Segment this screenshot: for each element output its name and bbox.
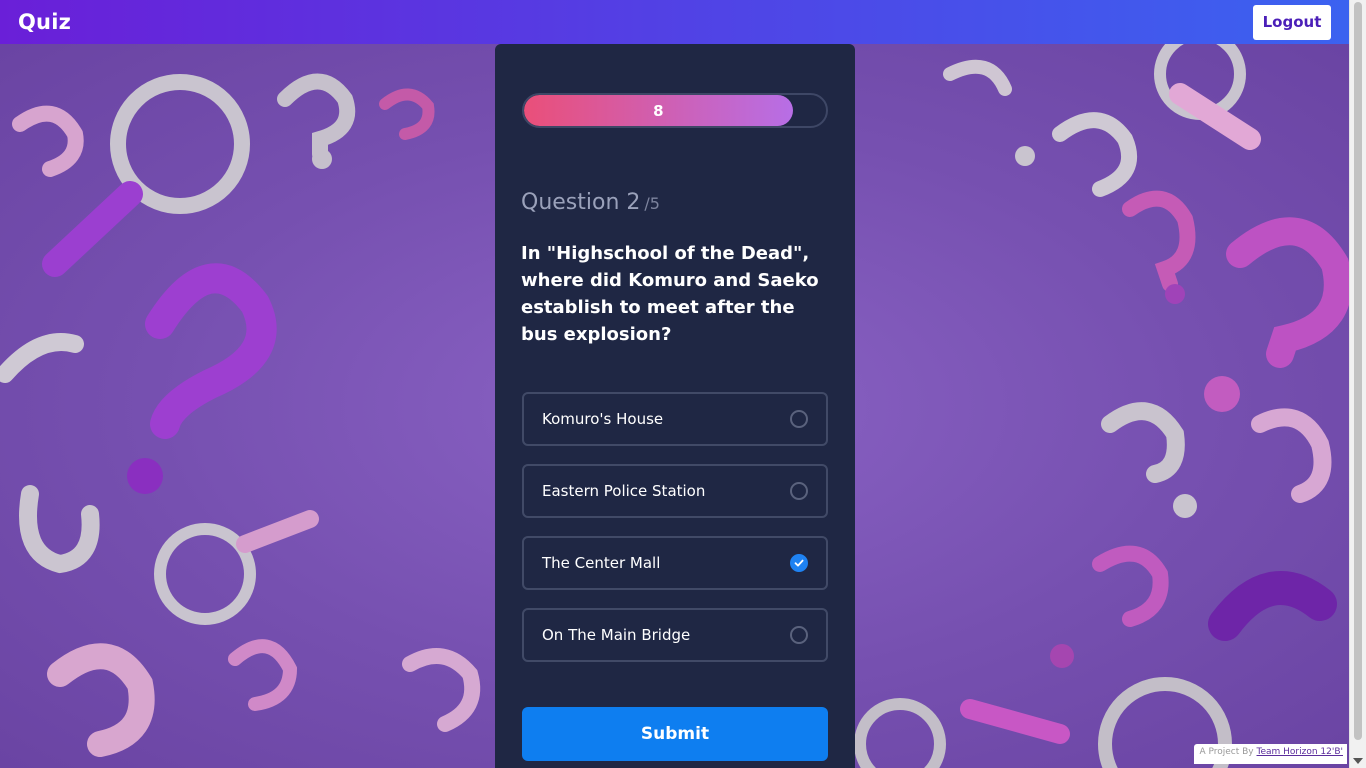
credit-prefix: A Project By <box>1199 747 1254 757</box>
timer-value: 8 <box>653 101 664 120</box>
quiz-card: 8 Question 2/5 In "Highschool of the Dea… <box>495 44 855 768</box>
question-label: Question 2 <box>521 190 641 215</box>
logout-button[interactable]: Logout <box>1253 4 1331 40</box>
answer-option-label: On The Main Bridge <box>542 626 691 644</box>
radio-icon[interactable] <box>790 482 808 500</box>
question-text: In "Highschool of the Dead", where did K… <box>521 243 819 345</box>
answer-option[interactable]: On The Main Bridge <box>522 608 828 662</box>
radio-checked-icon[interactable] <box>790 554 808 572</box>
submit-button[interactable]: Submit <box>522 707 828 761</box>
project-credit: A Project By Team Horizon 12'B' <box>1194 744 1347 764</box>
answer-option-label: The Center Mall <box>542 554 661 572</box>
radio-icon[interactable] <box>790 410 808 428</box>
scroll-down-arrow-icon[interactable] <box>1353 758 1363 764</box>
answer-option-label: Eastern Police Station <box>542 482 706 500</box>
top-navbar: Quiz Logout <box>0 0 1349 44</box>
answer-option[interactable]: Eastern Police Station <box>522 464 828 518</box>
page-scrollbar[interactable] <box>1349 0 1366 768</box>
scrollbar-thumb[interactable] <box>1354 2 1362 740</box>
credit-link[interactable]: Team Horizon 12'B' <box>1257 747 1344 757</box>
brand-logo[interactable]: Quiz <box>18 10 71 34</box>
answer-option[interactable]: Komuro's House <box>522 392 828 446</box>
checkmark-icon <box>794 559 804 567</box>
radio-icon[interactable] <box>790 626 808 644</box>
timer-progress-fill: 8 <box>524 95 793 126</box>
question-counter: Question 2/5 <box>521 190 660 215</box>
answer-options: Komuro's House Eastern Police Station Th… <box>522 392 828 680</box>
timer-progress-bar: 8 <box>522 93 828 128</box>
answer-option-label: Komuro's House <box>542 410 664 428</box>
answer-option[interactable]: The Center Mall <box>522 536 828 590</box>
question-total: /5 <box>644 194 660 213</box>
